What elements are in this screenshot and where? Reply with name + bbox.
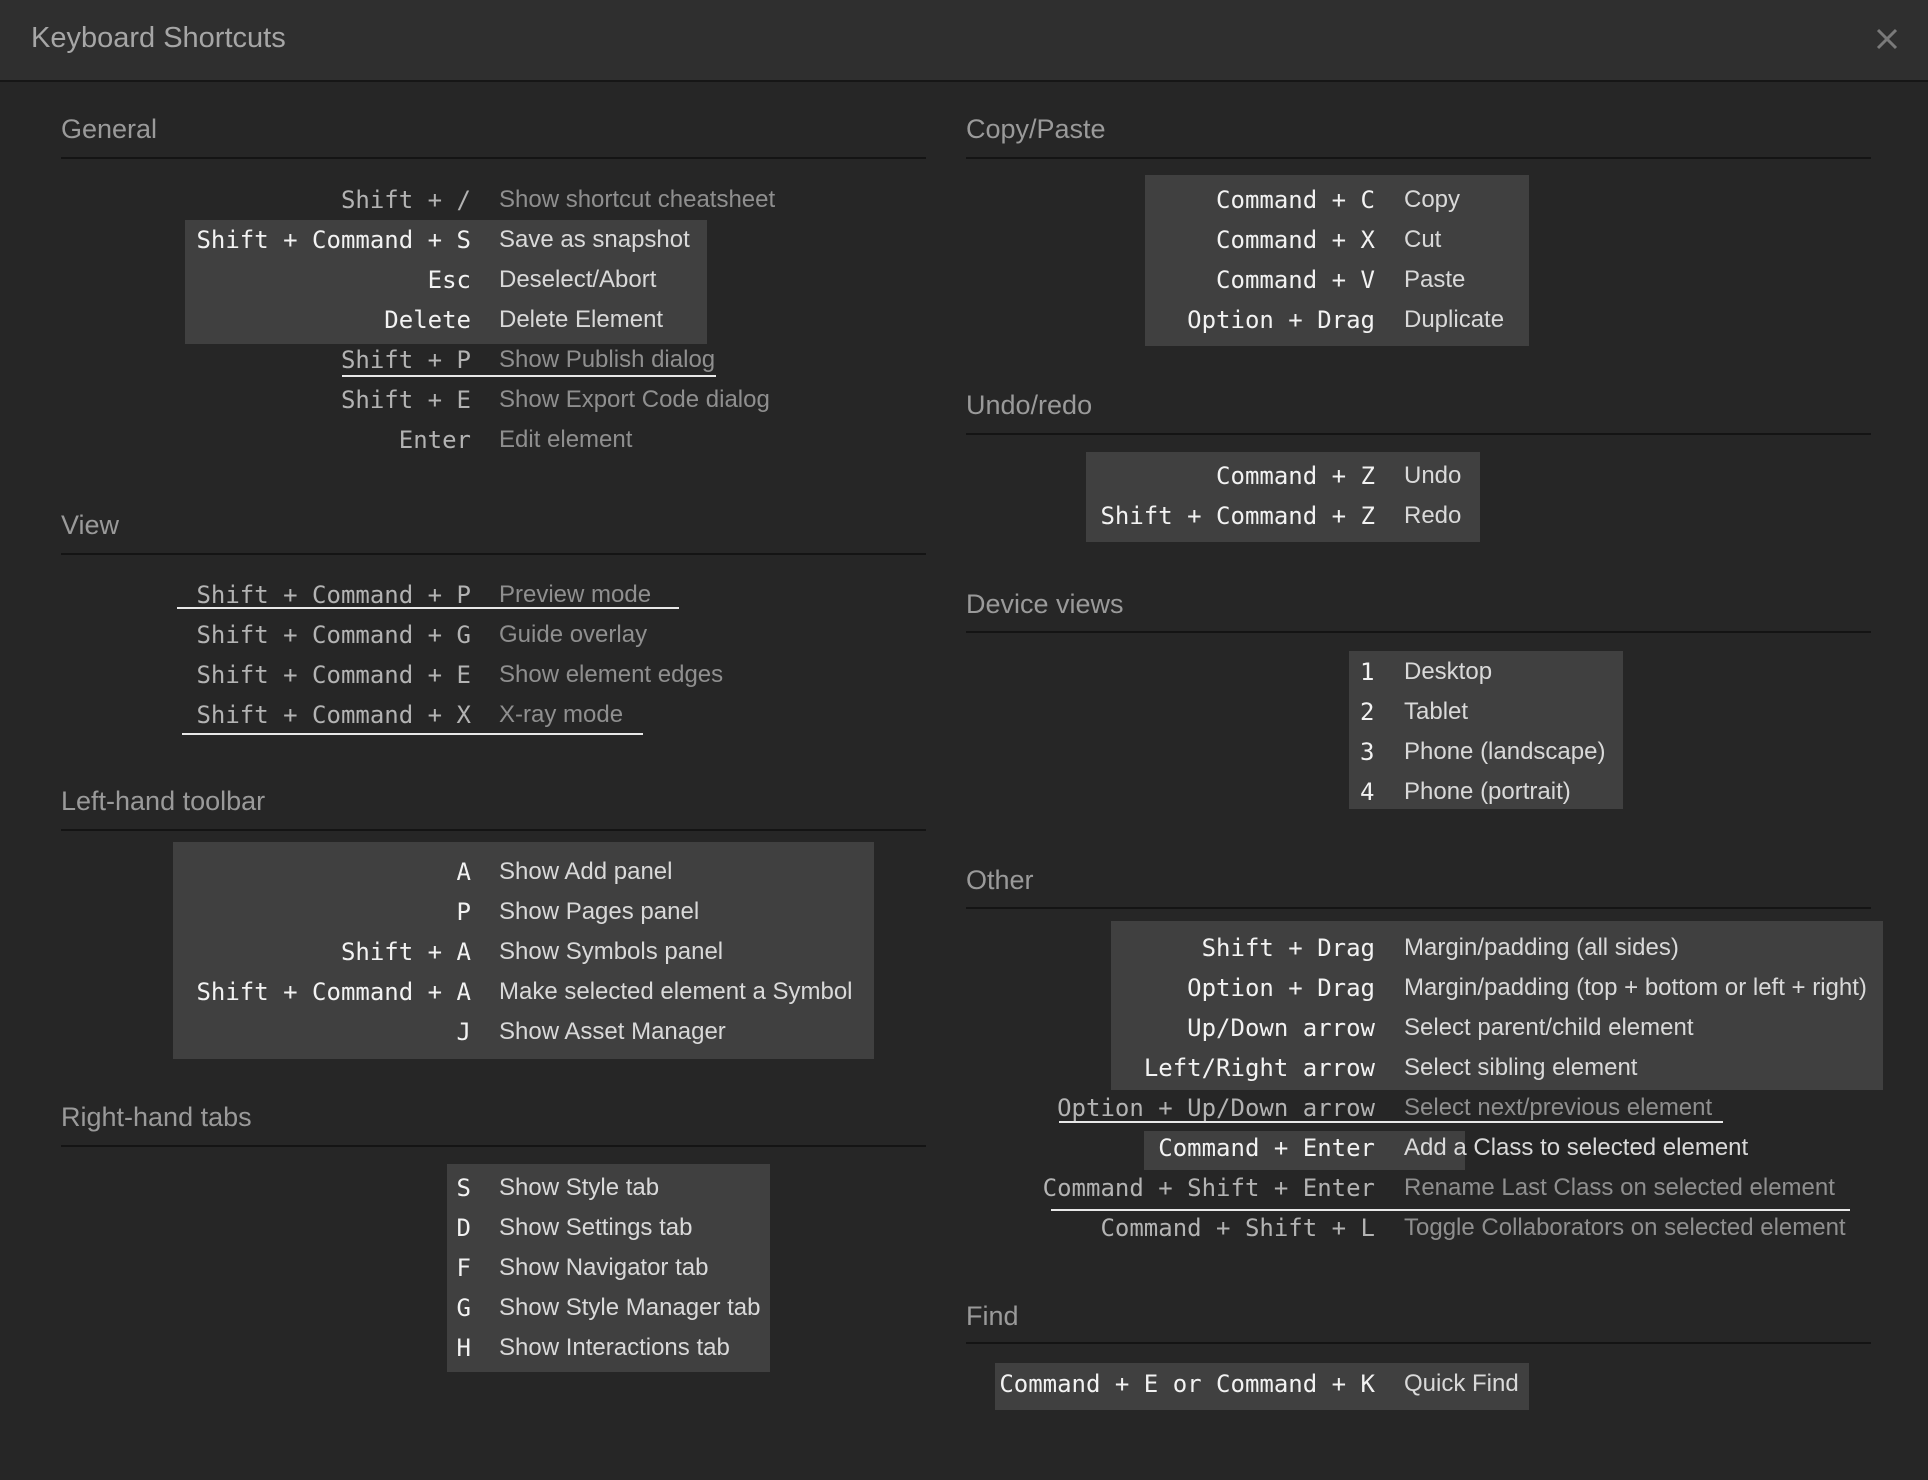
shortcut-key: Option + Drag xyxy=(1187,306,1375,334)
shortcut-key: Up/Down arrow xyxy=(1187,1014,1375,1042)
dialog-title: Keyboard Shortcuts xyxy=(31,22,286,54)
shortcut-key: Command + E or Command + K xyxy=(999,1370,1375,1398)
shortcut-row: Shift + Drag Margin/padding (all sides) xyxy=(0,928,1928,968)
shortcut-description: Add a Class to selected element xyxy=(1404,1134,1749,1161)
shortcut-key: 3 xyxy=(1360,738,1375,766)
shortcut-key: Shift + P xyxy=(340,346,471,374)
shortcut-key: Command + X xyxy=(1216,226,1375,254)
shortcut-key: Shift + Drag xyxy=(1201,934,1375,962)
shortcut-description: Phone (portrait) xyxy=(1404,778,1571,805)
divider xyxy=(61,157,926,159)
shortcut-description: Show Interactions tab xyxy=(499,1334,730,1361)
shortcut-key: 4 xyxy=(1360,778,1375,806)
shortcut-key: Shift + Command + Z xyxy=(1100,502,1375,530)
section-title-copy-paste: Copy/Paste xyxy=(966,114,1106,144)
shortcut-description: Select sibling element xyxy=(1404,1054,1638,1081)
shortcut-key: Enter xyxy=(398,426,471,454)
shortcut-description: Show Navigator tab xyxy=(499,1254,709,1281)
shortcut-row: Shift + E Show Export Code dialog xyxy=(0,380,1928,420)
shortcut-row: Left/Right arrow Select sibling element xyxy=(0,1048,1928,1088)
shortcut-description: Margin/padding (top + bottom or left + r… xyxy=(1404,974,1867,1001)
shortcut-key: Command + Shift + Enter xyxy=(1042,1174,1375,1202)
shortcut-row: Option + Up/Down arrow Select next/previo… xyxy=(0,1088,1928,1128)
shortcut-description: Show Add panel xyxy=(499,858,673,885)
shortcut-description: Show Style Manager tab xyxy=(499,1294,761,1321)
shortcut-row: Shift + P Show Publish dialog xyxy=(0,340,1928,380)
shortcut-description: Redo xyxy=(1404,502,1462,529)
shortcut-key: F xyxy=(456,1254,471,1282)
shortcut-description: Select next/previous element xyxy=(1404,1094,1713,1121)
shortcut-description: Undo xyxy=(1404,462,1462,489)
shortcut-description: Quick Find xyxy=(1404,1370,1519,1397)
shortcut-key: Left/Right arrow xyxy=(1143,1054,1375,1082)
shortcut-row: 4 Phone (portrait) xyxy=(0,772,1928,812)
shortcut-row: Command + C Copy xyxy=(0,180,1928,220)
shortcut-key: Option + Drag xyxy=(1187,974,1375,1002)
shortcut-row: 1 Desktop xyxy=(0,652,1928,692)
shortcut-row: Shift + Command + G Guide overlay xyxy=(0,615,1928,655)
shortcut-description: Copy xyxy=(1404,186,1461,213)
shortcut-description: Edit element xyxy=(499,426,633,453)
shortcut-description: Show Publish dialog xyxy=(499,346,716,373)
shortcut-row: Command + Shift + L Toggle Collaborators … xyxy=(0,1208,1928,1248)
shortcut-row: Command + Z Undo xyxy=(0,456,1928,496)
section-title-general: General xyxy=(61,114,158,144)
shortcut-row: Command + E or Command + K Quick Find xyxy=(0,1364,1928,1404)
shortcut-row: Option + Drag Duplicate xyxy=(0,300,1928,340)
shortcut-row: G Show Style Manager tab xyxy=(0,1288,1928,1328)
shortcut-row: Command + Enter Add a Class to selected e… xyxy=(0,1128,1928,1168)
dialog-header: Keyboard Shortcuts xyxy=(0,0,1928,82)
shortcut-description: Select parent/child element xyxy=(1404,1014,1694,1041)
divider xyxy=(966,157,1871,159)
shortcut-key: Command + C xyxy=(1216,186,1375,214)
shortcut-row: Command + X Cut xyxy=(0,220,1928,260)
shortcut-row: Enter Edit element xyxy=(0,420,1928,460)
shortcut-key: 2 xyxy=(1360,698,1375,726)
shortcut-row: Shift + Command + Z Redo xyxy=(0,496,1928,536)
shortcut-key: Shift + Command + P xyxy=(196,581,471,609)
shortcut-row: P Show Pages panel xyxy=(0,892,1928,932)
shortcut-description: Guide overlay xyxy=(499,621,648,648)
shortcut-row: Command + Shift + Enter Rename Last Class… xyxy=(0,1168,1928,1208)
shortcut-description: Preview mode xyxy=(499,581,652,608)
shortcut-key: Shift + Command + G xyxy=(196,621,471,649)
shortcut-key: Command + Shift + L xyxy=(1100,1214,1375,1242)
shortcut-description: Tablet xyxy=(1404,698,1469,725)
shortcut-row: H Show Interactions tab xyxy=(0,1328,1928,1368)
shortcut-key: Option + Up/Down arrow xyxy=(1057,1094,1375,1122)
divider xyxy=(61,553,926,555)
shortcut-row: 2 Tablet xyxy=(0,692,1928,732)
shortcut-description: Cut xyxy=(1404,226,1442,253)
shortcut-row: A Show Add panel xyxy=(0,852,1928,892)
shortcut-row: F Show Navigator tab xyxy=(0,1248,1928,1288)
shortcut-description: Margin/padding (all sides) xyxy=(1404,934,1679,961)
shortcut-key: 1 xyxy=(1360,658,1375,686)
shortcut-key: Command + Enter xyxy=(1158,1134,1375,1162)
shortcut-description: Phone (landscape) xyxy=(1404,738,1606,765)
shortcut-description: Paste xyxy=(1404,266,1466,293)
shortcut-key: Command + Z xyxy=(1216,462,1375,490)
shortcut-row: Shift + Command + P Preview mode xyxy=(0,575,1928,615)
shortcut-description: Rename Last Class on selected element xyxy=(1404,1174,1835,1201)
shortcut-key: H xyxy=(456,1334,471,1362)
shortcut-description: Toggle Collaborators on selected element xyxy=(1404,1214,1846,1241)
shortcut-key: A xyxy=(456,858,471,886)
shortcut-key: P xyxy=(456,898,471,926)
shortcut-description: Show Pages panel xyxy=(499,898,700,925)
shortcut-description: Desktop xyxy=(1404,658,1493,685)
shortcut-row: Up/Down arrow Select parent/child element xyxy=(0,1008,1928,1048)
shortcut-description: Duplicate xyxy=(1404,306,1505,333)
shortcut-row: 3 Phone (landscape) xyxy=(0,732,1928,772)
divider xyxy=(61,829,926,831)
close-icon[interactable] xyxy=(1874,26,1900,52)
shortcut-row: Option + Drag Margin/padding (top + botto… xyxy=(0,968,1928,1008)
shortcut-description: Show Export Code dialog xyxy=(499,386,770,413)
shortcut-key: Shift + E xyxy=(340,386,471,414)
shortcut-key: Command + V xyxy=(1216,266,1375,294)
shortcut-key: G xyxy=(456,1294,471,1322)
shortcut-row: Command + V Paste xyxy=(0,260,1928,300)
